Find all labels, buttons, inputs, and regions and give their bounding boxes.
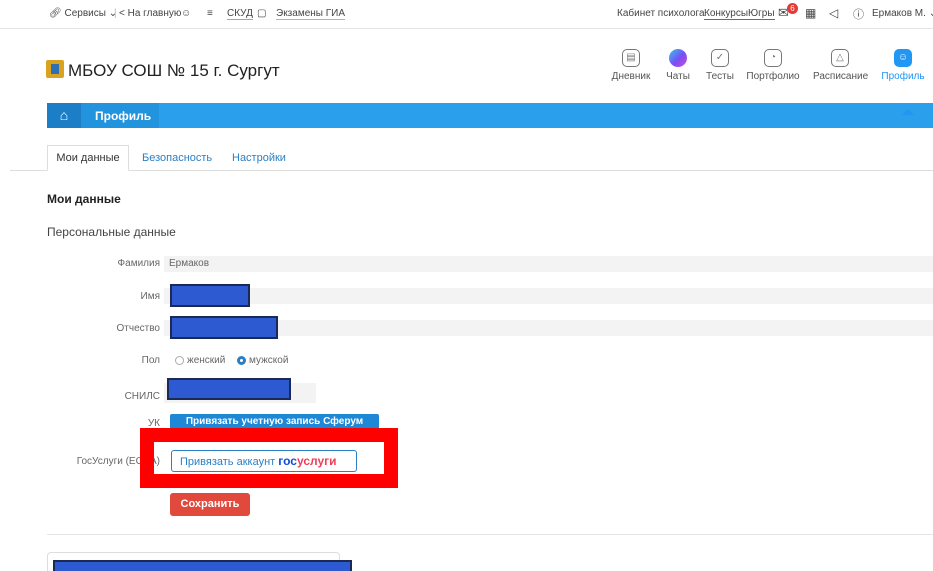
megaphone-icon[interactable]: ◁ <box>829 6 838 20</box>
redaction-block <box>167 378 291 400</box>
gosuslugi-logo: госуслуги <box>278 454 337 468</box>
home-link[interactable]: < На главную <box>119 8 181 19</box>
gosuslugi-label: ГосУслуги (ЕСИА) <box>76 456 160 467</box>
psychologist-link[interactable]: Кабинет психолога <box>617 8 705 19</box>
exams-link[interactable]: Экзамены ГИА <box>276 8 346 20</box>
nav-schedule[interactable]: △ Расписание <box>813 49 868 82</box>
patronymic-field[interactable] <box>164 320 933 336</box>
exam-icon[interactable]: ▢ <box>257 8 266 19</box>
name-label: Имя <box>140 291 160 302</box>
divider: | <box>114 8 117 19</box>
section-title: Профиль <box>95 109 152 123</box>
gender-label: Пол <box>141 355 160 366</box>
patronymic-label: Отчество <box>116 323 160 334</box>
tab-my-data[interactable]: Мои данные <box>47 145 129 171</box>
nav-tests[interactable]: ✓ Тесты <box>693 49 747 82</box>
user-menu[interactable]: Ермаков М. ⌄ <box>872 8 933 19</box>
profile-icon: ☺ <box>894 49 912 67</box>
active-nav-caret <box>902 109 914 115</box>
chats-icon <box>669 49 687 67</box>
home-icon[interactable]: ⌂ <box>47 103 81 128</box>
diary-icon: ▤ <box>622 49 640 67</box>
services-menu[interactable]: 🔗︎ Сервисы ⌄ <box>49 8 117 19</box>
nav-profile[interactable]: ☺ Профиль <box>876 49 930 82</box>
nav-portfolio[interactable]: ◔ Портфолио <box>746 49 800 82</box>
library-icon[interactable]: ≡ <box>207 8 213 19</box>
skud-link[interactable]: СКУД <box>227 8 253 20</box>
contests-link[interactable]: КонкурсыЮгры <box>704 8 775 20</box>
redaction-block <box>170 284 250 307</box>
redaction-block <box>170 316 278 339</box>
top-bar: 🔗︎ Сервисы ⌄ | < На главную ☺ ≡ СКУД ▢ Э… <box>0 0 933 29</box>
portfolio-icon: ◔ <box>764 49 782 67</box>
surname-field[interactable]: Ермаков <box>164 256 933 272</box>
section-subtitle: Персональные данные <box>47 225 176 239</box>
mail-badge: 6 <box>787 3 798 14</box>
tests-icon: ✓ <box>711 49 729 67</box>
link-gosuslugi-button[interactable]: Привязать аккаунт госуслуги <box>171 450 357 472</box>
school-name: МБОУ СОШ № 15 г. Сургут <box>68 61 280 80</box>
divider <box>47 534 933 535</box>
link-icon: 🔗︎ <box>49 8 62 19</box>
school-logo <box>46 60 64 78</box>
tab-security[interactable]: Безопасность <box>142 152 212 164</box>
help-icon[interactable]: ⓘ <box>853 6 864 22</box>
page-title: Мои данные <box>47 192 121 206</box>
tabs-divider <box>10 170 933 171</box>
bell-icon: △ <box>831 49 849 67</box>
save-button[interactable]: Сохранить <box>170 493 250 516</box>
name-field[interactable] <box>164 288 933 304</box>
nav-diary[interactable]: ▤ Дневник <box>604 49 658 82</box>
uk-label: УК <box>147 418 160 429</box>
gender-female-radio[interactable]: женский <box>175 355 225 366</box>
surname-label: Фамилия <box>117 258 160 269</box>
radio-on-icon <box>237 356 246 365</box>
tab-settings[interactable]: Настройки <box>232 152 286 164</box>
gender-male-radio[interactable]: мужской <box>237 355 288 366</box>
calendar-icon[interactable]: ▦ <box>805 6 816 20</box>
people-icon[interactable]: ☺ <box>181 8 191 19</box>
section-band <box>47 103 933 128</box>
radio-off-icon <box>175 356 184 365</box>
snils-label: СНИЛС <box>124 391 160 402</box>
redaction-block <box>53 560 352 571</box>
